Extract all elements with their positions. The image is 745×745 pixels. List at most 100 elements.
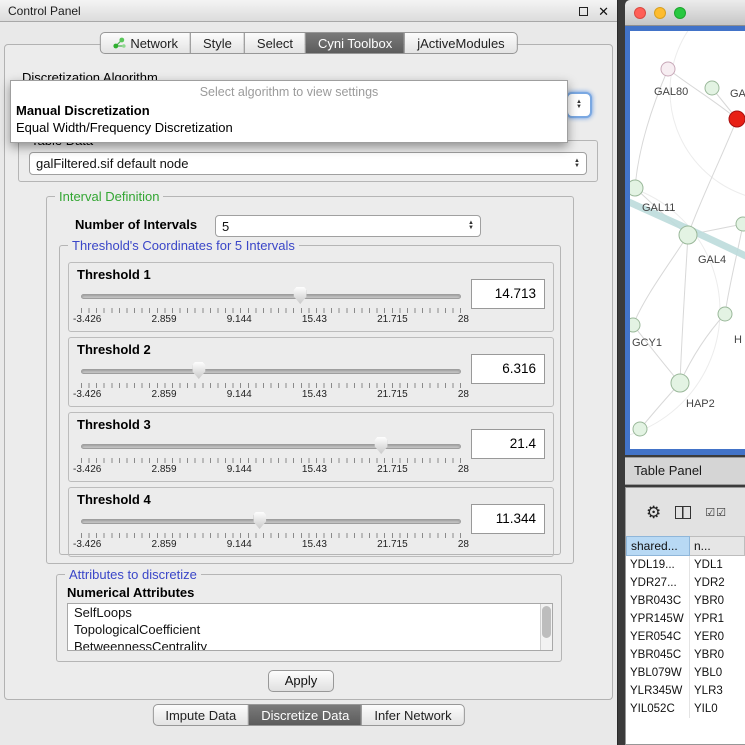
number-of-intervals-combobox[interactable]: 5 ▲▼ (215, 215, 481, 237)
apply-button[interactable]: Apply (268, 670, 334, 692)
list-item-selfloops[interactable]: SelfLoops (68, 604, 552, 621)
table-row[interactable]: YPR145W YPR1 (626, 610, 745, 628)
threshold-2-value-field[interactable]: 6.316 (471, 354, 545, 384)
cell-name[interactable]: YER0 (690, 628, 745, 646)
cell-name[interactable]: YDR2 (690, 574, 745, 592)
tab-impute-data[interactable]: Impute Data (152, 704, 249, 726)
slider-track[interactable] (81, 444, 461, 449)
cell-shared-name[interactable]: YBL079W (626, 664, 690, 682)
table-panel-titlebar: Table Panel (625, 457, 745, 485)
algorithm-dropdown-popup: Select algorithm to view settings Manual… (10, 80, 568, 143)
list-item-betweennesscentrality[interactable]: BetweennessCentrality (68, 638, 552, 651)
threshold-1-value-field[interactable]: 14.713 (471, 279, 545, 309)
cell-name[interactable]: YBR0 (690, 592, 745, 610)
cell-shared-name[interactable]: YDL19... (626, 556, 690, 574)
table-data-combobox[interactable]: galFiltered.sif default node ▲▼ (29, 152, 587, 175)
slider-thumb[interactable] (253, 512, 266, 529)
table-row[interactable]: YBR045C YBR0 (626, 646, 745, 664)
scrollbar-thumb[interactable] (542, 606, 551, 638)
app-root: Control Panel ✕ Network Style (0, 0, 745, 745)
network-node-gal4[interactable] (679, 226, 697, 244)
list-item-topologicalcoefficient[interactable]: TopologicalCoefficient (68, 621, 552, 638)
network-node-hap2[interactable] (671, 374, 689, 392)
slider-thumb[interactable] (192, 362, 205, 379)
column-header-shared-name[interactable]: shared... (626, 536, 690, 556)
columns-icon[interactable] (675, 506, 691, 519)
float-window-icon[interactable] (579, 7, 588, 16)
slider-thumb[interactable] (375, 437, 388, 454)
network-node[interactable] (630, 180, 643, 196)
tab-discretize-data[interactable]: Discretize Data (248, 704, 362, 726)
threshold-4-slider[interactable] (81, 512, 461, 532)
network-node-gcy1[interactable] (630, 318, 640, 332)
cyni-mode-tabbar: Impute Data Discretize Data Infer Networ… (152, 704, 464, 726)
cell-name[interactable]: YIL0 (690, 700, 745, 718)
network-node[interactable] (736, 217, 745, 231)
algorithm-placeholder-option[interactable]: Select algorithm to view settings (11, 81, 567, 102)
network-window-titlebar (625, 0, 745, 26)
cell-name[interactable]: YBL0 (690, 664, 745, 682)
tab-jactivemodules[interactable]: jActiveModules (404, 32, 517, 54)
table-panel-window: ⚙ ☑☑ shared... n... YDL19... YDL1 YDR27.… (625, 487, 745, 745)
slider-scale: -3.426 2.859 9.144 15.43 21.715 28 (73, 314, 469, 325)
scale-label: 2.859 (152, 314, 177, 325)
algorithm-option-manual[interactable]: Manual Discretization (11, 102, 567, 119)
cell-shared-name[interactable]: YPR145W (626, 610, 690, 628)
threshold-4-value-field[interactable]: 11.344 (471, 504, 545, 534)
cell-shared-name[interactable]: YBR043C (626, 592, 690, 610)
network-node[interactable] (661, 62, 675, 76)
slider-track[interactable] (81, 519, 461, 524)
threshold-3-value-field[interactable]: 21.4 (471, 429, 545, 459)
cell-name[interactable]: YDL1 (690, 556, 745, 574)
attributes-scrollbar[interactable] (540, 604, 552, 650)
table-row[interactable]: YDR27... YDR2 (626, 574, 745, 592)
table-row[interactable]: YBR043C YBR0 (626, 592, 745, 610)
tab-select[interactable]: Select (244, 32, 306, 54)
zoom-traffic-light-icon[interactable] (674, 7, 686, 19)
cell-name[interactable]: YLR3 (690, 682, 745, 700)
network-node[interactable] (633, 422, 647, 436)
combo-down-arrow-icon: ▼ (576, 105, 582, 110)
slider-track[interactable] (81, 294, 461, 299)
scale-label: 21.715 (377, 389, 408, 400)
close-icon[interactable]: ✕ (598, 5, 609, 18)
threshold-3-panel: Threshold 3 -3.426 2.859 9.144 15.43 21.… (68, 412, 554, 482)
tab-infer-network[interactable]: Infer Network (361, 704, 464, 726)
tab-network[interactable]: Network (99, 32, 191, 54)
tab-style[interactable]: Style (190, 32, 245, 54)
cell-name[interactable]: YBR0 (690, 646, 745, 664)
slider-track[interactable] (81, 369, 461, 374)
slider-scale: -3.426 2.859 9.144 15.43 21.715 28 (73, 464, 469, 475)
network-canvas[interactable]: GAL80 GA GAL11 GAL4 GCY1 HAP2 H (630, 31, 745, 449)
tab-cyni-toolbox[interactable]: Cyni Toolbox (305, 32, 405, 54)
network-node[interactable] (705, 81, 719, 95)
table-row[interactable]: YER054C YER0 (626, 628, 745, 646)
selected-red-node[interactable] (729, 111, 745, 127)
table-row[interactable]: YBL079W YBL0 (626, 664, 745, 682)
threshold-3-slider[interactable] (81, 437, 461, 457)
close-traffic-light-icon[interactable] (634, 7, 646, 19)
table-row[interactable]: YLR345W YLR3 (626, 682, 745, 700)
cell-shared-name[interactable]: YLR345W (626, 682, 690, 700)
cell-shared-name[interactable]: YDR27... (626, 574, 690, 592)
cell-shared-name[interactable]: YER054C (626, 628, 690, 646)
gear-icon[interactable]: ⚙ (646, 504, 661, 521)
algorithm-option-equal-width[interactable]: Equal Width/Frequency Discretization (11, 119, 567, 136)
thresholds-legend: Threshold's Coordinates for 5 Intervals (68, 238, 299, 253)
minimize-traffic-light-icon[interactable] (654, 7, 666, 19)
cell-name[interactable]: YPR1 (690, 610, 745, 628)
scale-label: 21.715 (377, 314, 408, 325)
column-header-name[interactable]: n... (690, 536, 745, 556)
algorithm-combobox[interactable]: ▲ ▼ (566, 92, 592, 118)
cell-shared-name[interactable]: YIL052C (626, 700, 690, 718)
network-node[interactable] (718, 307, 732, 321)
slider-ticks (81, 533, 461, 538)
select-columns-icon[interactable]: ☑☑ (705, 506, 727, 519)
panel-divider (618, 0, 625, 745)
table-row[interactable]: YDL19... YDL1 (626, 556, 745, 574)
slider-thumb[interactable] (294, 287, 307, 304)
threshold-1-slider[interactable] (81, 287, 461, 307)
cell-shared-name[interactable]: YBR045C (626, 646, 690, 664)
table-row[interactable]: YIL052C YIL0 (626, 700, 745, 718)
threshold-2-slider[interactable] (81, 362, 461, 382)
